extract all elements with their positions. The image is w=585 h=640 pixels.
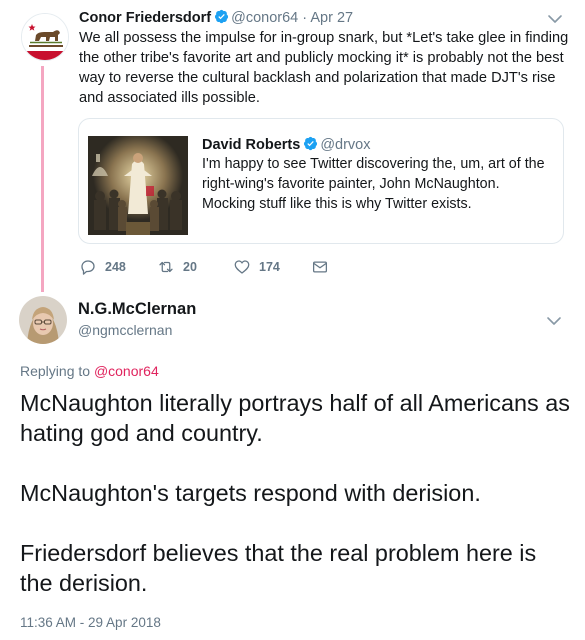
tweet-paragraph: McNaughton's targets respond with derisi… [20, 480, 481, 506]
reply-tweet-text: McNaughton literally portrays half of al… [20, 388, 570, 628]
thread-connector [41, 66, 44, 292]
reply-icon [81, 260, 95, 275]
author-name[interactable]: N.G.McClernan [78, 300, 196, 319]
chevron-down-icon[interactable] [546, 10, 564, 28]
tweet-date[interactable]: Apr 27 [310, 10, 353, 26]
reply-count: 248 [105, 260, 126, 274]
retweet-count: 20 [183, 260, 197, 274]
tweet-text: We all possess the impulse for in-group … [79, 30, 569, 106]
verified-badge-icon [215, 9, 229, 24]
replying-to-link[interactable]: @conor64 [94, 363, 159, 379]
author-handle[interactable]: @ngmcclernan [78, 322, 172, 338]
heart-icon [234, 260, 250, 274]
like-button[interactable]: 174 [233, 258, 280, 276]
envelope-icon [312, 261, 328, 273]
chevron-down-icon[interactable] [545, 312, 563, 330]
avatar[interactable] [21, 13, 69, 61]
quoted-header: David Roberts @drvox [202, 136, 371, 154]
retweet-icon [159, 261, 173, 273]
replying-to: Replying to @conor64 [20, 363, 159, 379]
verified-badge-icon [304, 136, 318, 151]
quoted-author-name[interactable]: David Roberts [202, 137, 300, 153]
reply-button[interactable]: 248 [79, 258, 126, 276]
author-handle[interactable]: @conor64 [231, 10, 298, 26]
tweet-timestamp[interactable]: 11:36 AM - 29 Apr 2018 [20, 615, 161, 630]
like-count: 174 [259, 260, 280, 274]
parent-tweet: Conor Friedersdorf @conor64 · Apr 27 We a… [0, 0, 585, 292]
tweet-header: Conor Friedersdorf @conor64 · Apr 27 [79, 9, 353, 27]
user-photo [19, 296, 67, 344]
tweet-paragraph: Friedersdorf believes that the real prob… [20, 540, 537, 596]
quoted-tweet-text: I'm happy to see Twitter discovering the… [202, 156, 545, 212]
author-name[interactable]: Conor Friedersdorf [79, 10, 211, 26]
replying-prefix: Replying to [20, 363, 91, 379]
quoted-tweet-card[interactable]: David Roberts @drvox I'm happy to see Twi… [78, 118, 564, 244]
tweet-paragraph: McNaughton literally portrays half of al… [20, 390, 570, 446]
california-flag-icon [22, 14, 68, 60]
retweet-button[interactable]: 20 [157, 258, 197, 276]
direct-message-button[interactable] [311, 258, 329, 276]
quoted-author-handle[interactable]: @drvox [320, 137, 370, 153]
banner-lettering [29, 45, 63, 47]
painting-thumbnail[interactable] [88, 136, 188, 235]
separator-dot: · [302, 10, 308, 26]
avatar[interactable] [19, 296, 67, 344]
